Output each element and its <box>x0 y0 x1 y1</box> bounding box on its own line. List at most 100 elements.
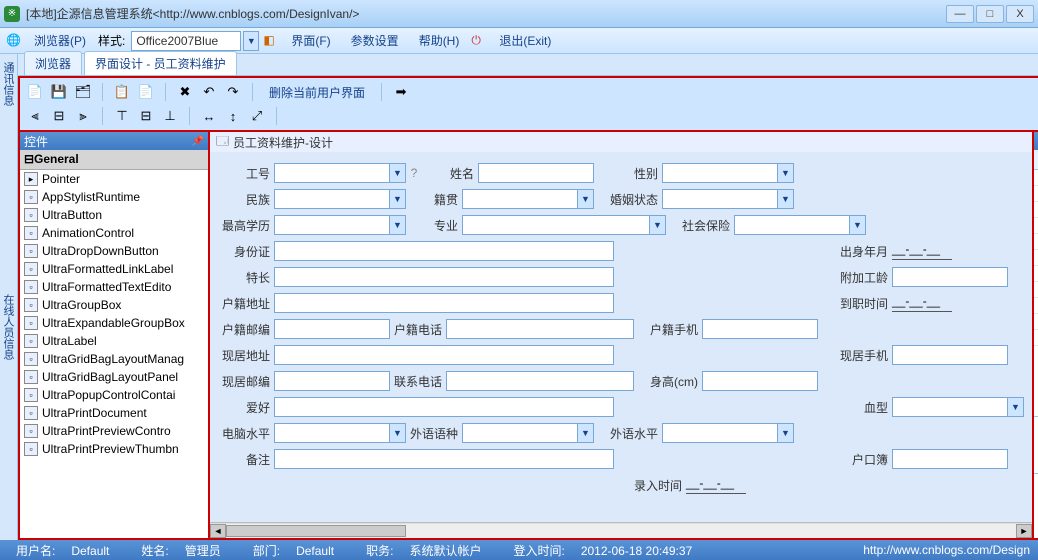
property-row[interactable]: AutoCompleteMDefault <box>1034 218 1038 234</box>
saveall-icon[interactable]: 🗂 <box>74 83 92 101</box>
form-field[interactable] <box>274 293 614 313</box>
dropdown-icon[interactable]: ▼ <box>390 215 406 235</box>
side-tab-comm[interactable]: 通讯信息 <box>0 54 18 114</box>
property-row[interactable]: ButtonsRight(集合) <box>1034 314 1038 330</box>
dropdown-icon[interactable]: ▼ <box>650 215 666 235</box>
form-field[interactable] <box>662 189 778 209</box>
toolbox-item[interactable]: ▫UltraGridBagLayoutPanel <box>20 368 208 386</box>
form-field[interactable] <box>662 423 778 443</box>
property-row[interactable]: BorderStyleDefault <box>1034 266 1038 282</box>
dropdown-icon[interactable]: ▼ <box>778 163 794 183</box>
menu-browser[interactable]: 浏览器(P) <box>26 30 94 51</box>
pin-icon[interactable]: 📌 <box>192 136 204 147</box>
dropdown-icon[interactable]: ▼ <box>778 423 794 443</box>
help-icon[interactable]: ? <box>406 166 422 180</box>
date-field[interactable]: __-__-__ <box>892 242 952 260</box>
toolbox-item[interactable]: ▫UltraButton <box>20 206 208 224</box>
form-field[interactable] <box>274 371 390 391</box>
menu-exit[interactable]: 退出(Exit) <box>491 30 559 51</box>
minimize-button[interactable]: — <box>946 5 974 23</box>
paste-icon[interactable]: 📄 <box>137 83 155 101</box>
form-field[interactable] <box>478 163 594 183</box>
toolbox-item[interactable]: ▫UltraPopupControlContai <box>20 386 208 404</box>
dropdown-icon[interactable]: ▼ <box>390 189 406 209</box>
form-field[interactable] <box>892 449 1008 469</box>
form-field[interactable] <box>274 449 614 469</box>
form-field[interactable] <box>274 345 614 365</box>
align-bottom-icon[interactable]: ⊥ <box>161 107 179 125</box>
dropdown-icon[interactable]: ▼ <box>390 423 406 443</box>
property-row[interactable]: ⊞ButtonAppeara <box>1034 282 1038 298</box>
form-field[interactable] <box>892 267 1008 287</box>
form-field[interactable] <box>446 371 634 391</box>
dropdown-icon[interactable]: ▼ <box>390 163 406 183</box>
close-button[interactable]: X <box>1006 5 1034 23</box>
form-field[interactable] <box>702 319 818 339</box>
form-field[interactable] <box>274 163 390 183</box>
maximize-button[interactable]: □ <box>976 5 1004 23</box>
toolbox-item[interactable]: ▫UltraGroupBox <box>20 296 208 314</box>
align-left-icon[interactable]: ⫷ <box>26 107 44 125</box>
horizontal-scrollbar[interactable]: ◄ ► <box>210 522 1032 538</box>
date-field[interactable]: __-__-__ <box>686 476 746 494</box>
form-field[interactable] <box>274 267 614 287</box>
form-field[interactable] <box>892 397 1008 417</box>
align-center-icon[interactable]: ⊟ <box>50 107 68 125</box>
form-surface[interactable]: 工号▼?姓名性别▼民族▼籍贯▼婚姻状态▼最高学历▼专业▼社会保险▼身份证出身年月… <box>210 152 1032 522</box>
scroll-left-icon[interactable]: ◄ <box>210 524 226 538</box>
align-top-icon[interactable]: ⊤ <box>113 107 131 125</box>
form-field[interactable] <box>274 215 390 235</box>
form-field[interactable] <box>734 215 850 235</box>
toolbox-item[interactable]: ▫AppStylistRuntime <box>20 188 208 206</box>
form-field[interactable] <box>274 397 614 417</box>
property-row[interactable]: AutoSizeTrue <box>1034 234 1038 250</box>
menu-help[interactable]: 帮助(H) <box>411 30 468 51</box>
toolbox-item[interactable]: ▫AnimationControl <box>20 224 208 242</box>
dropdown-icon[interactable]: ▼ <box>778 189 794 209</box>
form-field[interactable] <box>662 163 778 183</box>
toolbox-item[interactable]: ▫UltraDropDownButton <box>20 242 208 260</box>
align-right-icon[interactable]: ⫸ <box>74 107 92 125</box>
form-field[interactable] <box>462 423 578 443</box>
toolbox-item[interactable]: ▸Pointer <box>20 170 208 188</box>
undo-icon[interactable]: ↶ <box>200 83 218 101</box>
property-row[interactable]: ButtonsLeft(集合) <box>1034 298 1038 314</box>
dropdown-icon[interactable]: ▼ <box>1008 397 1024 417</box>
export-icon[interactable]: ➡ <box>392 83 410 101</box>
property-row[interactable]: ⊞Appearance <box>1034 202 1038 218</box>
dropdown-icon[interactable]: ▼ <box>578 423 594 443</box>
tab-browser[interactable]: 浏览器 <box>24 51 82 75</box>
size-height-icon[interactable]: ↕ <box>224 107 242 125</box>
toolbox-item[interactable]: ▫UltraFormattedTextEdito <box>20 278 208 296</box>
property-row[interactable]: AlwaysInEditMFalse <box>1034 170 1038 186</box>
dropdown-icon[interactable]: ▼ <box>850 215 866 235</box>
form-field[interactable] <box>462 189 578 209</box>
menu-params[interactable]: 参数设置 <box>343 30 407 51</box>
tab-designer[interactable]: 界面设计 - 员工资料维护 <box>84 51 237 75</box>
style-combo[interactable] <box>131 31 241 51</box>
align-middle-icon[interactable]: ⊟ <box>137 107 155 125</box>
side-tab-online[interactable]: 在线人员信息 <box>0 114 18 540</box>
toolbox-item[interactable]: ▫UltraLabel <box>20 332 208 350</box>
toolbox-item[interactable]: ▫UltraFormattedLinkLabel <box>20 260 208 278</box>
property-row[interactable]: CausesValidatTrue <box>1034 330 1038 346</box>
copy-icon[interactable]: 📋 <box>113 83 131 101</box>
form-field[interactable] <box>274 189 390 209</box>
size-both-icon[interactable]: ⤢ <box>248 107 266 125</box>
menu-ui[interactable]: 界面(F) <box>283 30 338 51</box>
toolbox-item[interactable]: ▫UltraPrintPreviewThumbn <box>20 440 208 458</box>
save-icon[interactable]: 💾 <box>50 83 68 101</box>
delete-ui-button[interactable]: 删除当前用户界面 <box>263 84 371 101</box>
delete-icon[interactable]: ✖ <box>176 83 194 101</box>
date-field[interactable]: __-__-__ <box>892 294 952 312</box>
property-row[interactable]: AutoSuggestFiDefault <box>1034 250 1038 266</box>
scroll-right-icon[interactable]: ► <box>1016 524 1032 538</box>
property-row[interactable]: AnchorTop, Left <box>1034 186 1038 202</box>
form-field[interactable] <box>446 319 634 339</box>
scroll-thumb[interactable] <box>226 525 406 537</box>
form-field[interactable] <box>702 371 818 391</box>
dropdown-icon[interactable]: ▼ <box>578 189 594 209</box>
redo-icon[interactable]: ↷ <box>224 83 242 101</box>
form-field[interactable] <box>274 241 614 261</box>
toolbox-item[interactable]: ▫UltraExpandableGroupBox <box>20 314 208 332</box>
